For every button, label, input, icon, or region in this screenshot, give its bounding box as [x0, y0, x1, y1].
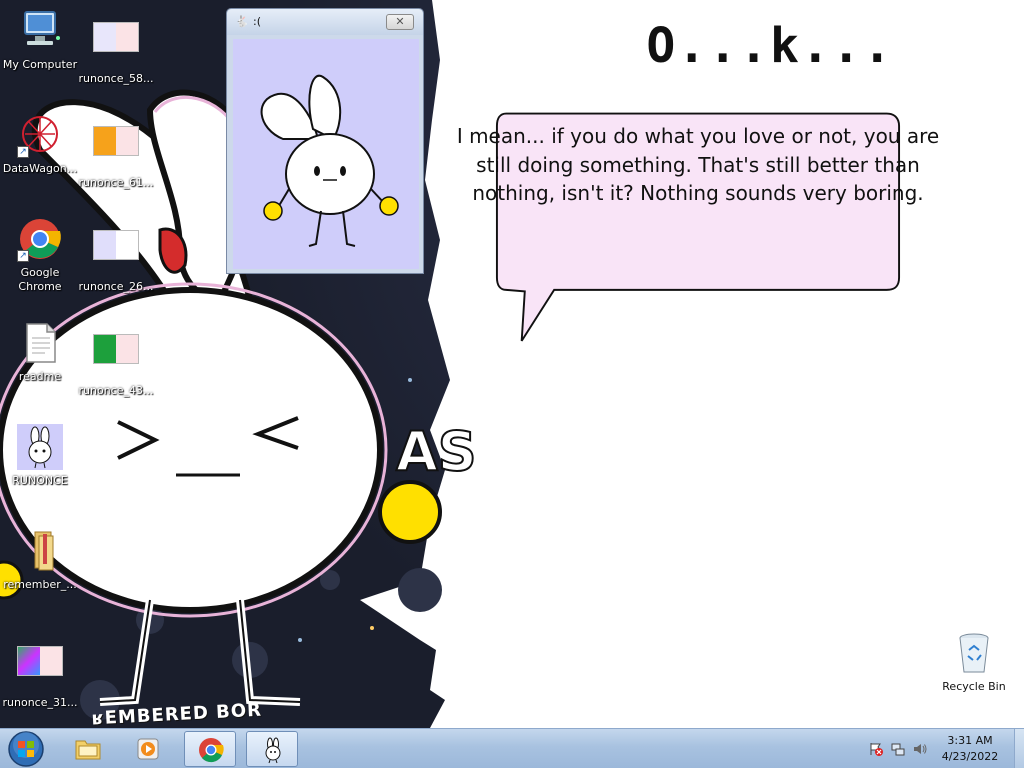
- desktop-icon-label: Recycle Bin: [942, 680, 1006, 693]
- close-button[interactable]: ✕: [386, 14, 414, 30]
- desktop-icon-runonce-26[interactable]: runonce_26...: [76, 216, 156, 294]
- desktop-icon-runonce-58[interactable]: runonce_58...: [76, 8, 156, 86]
- taskbar-runonce-button[interactable]: [246, 731, 298, 767]
- bunny-character: [260, 74, 399, 247]
- shortcut-arrow-icon: ↗: [17, 146, 29, 158]
- image-file-icon: [93, 334, 139, 380]
- desktop-icon-label: Google Chrome: [18, 266, 62, 293]
- desktop-icon-label: runonce_58...: [78, 72, 154, 85]
- desktop-icon-label: RUNONCE: [12, 474, 68, 487]
- desktop-icon-runonce-app[interactable]: RUNONCE: [0, 424, 80, 488]
- speech-message: I mean... if you do what you love or not…: [456, 124, 940, 205]
- folder-icon: [75, 740, 101, 760]
- desktop-icon-readme[interactable]: readme: [0, 320, 80, 384]
- taskbar-clock[interactable]: 3:31 AM 4/23/2022: [932, 733, 1008, 765]
- clock-time: 3:31 AM: [947, 734, 993, 747]
- desktop-icon-label: runonce_31...: [2, 696, 78, 709]
- image-file-icon: [93, 22, 139, 68]
- window-title: :(: [253, 15, 261, 28]
- desktop-icon-runonce-61[interactable]: runonce_61...: [76, 112, 156, 190]
- shortcut-arrow-icon: ↗: [17, 250, 29, 262]
- taskbar-explorer-button[interactable]: [62, 731, 114, 767]
- desktop-icon-label: readme: [18, 370, 62, 383]
- desktop-icon-label: remember_...: [3, 578, 77, 591]
- bunny-app-icon: 🐇: [235, 15, 249, 28]
- image-file-icon: [17, 646, 63, 692]
- desktop-icon-label: runonce_26...: [78, 280, 154, 293]
- desktop-icon-remember[interactable]: remember_...: [0, 528, 80, 592]
- svg-text:AS: AS: [396, 420, 477, 483]
- desktop-icon-runonce-31[interactable]: runonce_31...: [0, 632, 80, 710]
- window-titlebar[interactable]: 🐇 :( ✕: [227, 9, 423, 35]
- desktop-icon-recycle-bin[interactable]: Recycle Bin: [934, 630, 1014, 694]
- text-document-icon: [17, 320, 63, 366]
- network-icon[interactable]: [890, 741, 906, 757]
- media-player-icon: [137, 738, 159, 760]
- desktop-icon-datawagon[interactable]: ↗ DataWagon...: [0, 112, 80, 176]
- desktop-icon-label: runonce_43...: [78, 384, 154, 397]
- start-button[interactable]: [6, 730, 46, 768]
- desktop-icon-label: My Computer: [2, 58, 78, 71]
- system-tray: 3:31 AM 4/23/2022: [864, 729, 1024, 768]
- close-icon: ✕: [395, 15, 405, 28]
- action-center-flag-icon[interactable]: [868, 741, 884, 757]
- desktop-icon-label: DataWagon...: [2, 162, 78, 175]
- chrome-icon: [199, 738, 224, 763]
- show-desktop-button[interactable]: [1014, 729, 1024, 768]
- chrome-icon: ↗: [17, 216, 63, 262]
- bunny-app-icon: [265, 737, 281, 764]
- datawagon-icon: ↗: [17, 112, 63, 158]
- desktop-icon-runonce-43[interactable]: runonce_43...: [76, 320, 156, 398]
- clock-date: 4/23/2022: [941, 750, 999, 763]
- image-file-icon: [93, 126, 139, 172]
- windows-logo-icon: [8, 731, 44, 767]
- taskbar-chrome-button[interactable]: [184, 731, 236, 767]
- taskbar-media-player-button[interactable]: [122, 731, 174, 767]
- taskbar: 3:31 AM 4/23/2022: [0, 728, 1024, 768]
- image-file-icon: [93, 230, 139, 276]
- computer-icon: [17, 8, 63, 54]
- window-client-area: [233, 39, 419, 269]
- volume-icon[interactable]: [912, 741, 928, 757]
- recycle-bin-icon: [951, 630, 997, 676]
- desktop-icon-google-chrome[interactable]: ↗ Google Chrome: [0, 216, 80, 294]
- folder-icon: [17, 528, 63, 574]
- desktop-icon-my-computer[interactable]: My Computer: [0, 8, 80, 72]
- dialog-heading: O...k...: [646, 18, 894, 74]
- desktop-icon-label: runonce_61...: [78, 176, 154, 189]
- app-window-small[interactable]: 🐇 :( ✕: [226, 8, 424, 274]
- bunny-app-icon: [17, 424, 63, 470]
